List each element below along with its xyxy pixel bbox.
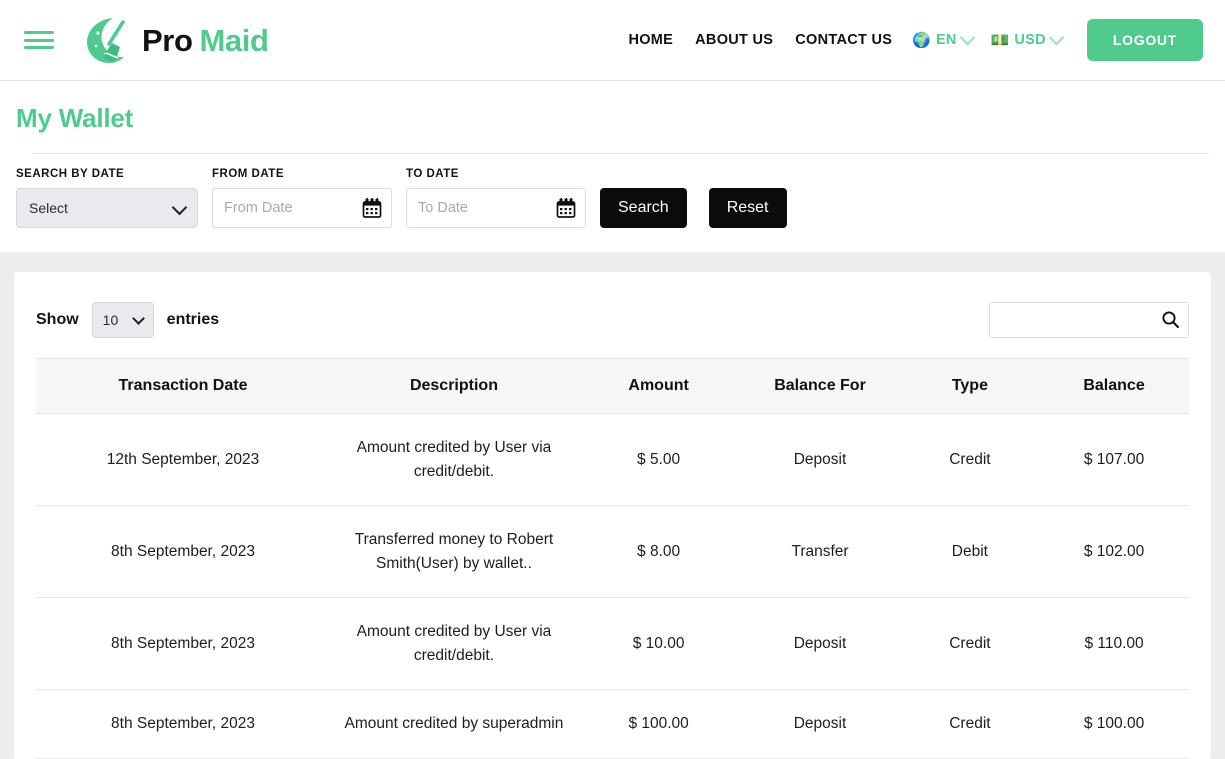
search-by-date-select-wrap: Select <box>16 188 198 228</box>
cell-transaction-date: 8th September, 2023 <box>36 506 330 598</box>
cell-amount: $ 10.00 <box>578 598 739 690</box>
chevron-down-icon <box>959 29 975 45</box>
cell-transaction-date: 8th September, 2023 <box>36 598 330 690</box>
table-search-wrap <box>989 302 1189 338</box>
to-date-input[interactable] <box>406 188 586 228</box>
cell-balance: $ 110.00 <box>1039 598 1189 690</box>
currency-selector[interactable]: 💵 USD <box>982 26 1071 54</box>
to-date-wrap <box>406 188 586 228</box>
cell-transaction-date: 12th September, 2023 <box>36 414 330 506</box>
brand-name: ProMaid <box>142 25 269 56</box>
table-controls: Show 10 entries <box>36 294 1189 358</box>
content-area: Show 10 entries Transaction Da <box>0 252 1225 759</box>
table-row: 8th September, 2023 Amount credited by U… <box>36 598 1189 690</box>
column-header-description[interactable]: Description <box>330 359 578 414</box>
filter-bar: SEARCH BY DATE Select FROM DATE TO <box>0 154 1225 252</box>
wallet-card: Show 10 entries Transaction Da <box>14 272 1211 759</box>
cell-balance-for: Deposit <box>739 690 900 759</box>
cell-balance: $ 107.00 <box>1039 414 1189 506</box>
page-length-select[interactable]: 10 <box>92 302 154 338</box>
table-row: 12th September, 2023 Amount credited by … <box>36 414 1189 506</box>
cell-amount: $ 5.00 <box>578 414 739 506</box>
cell-amount: $ 8.00 <box>578 506 739 598</box>
cell-balance: $ 102.00 <box>1039 506 1189 598</box>
language-selector[interactable]: 🌍 EN <box>903 26 981 54</box>
money-icon: 💵 <box>991 33 1010 48</box>
wallet-transactions-table: Transaction Date Description Amount Bala… <box>36 358 1189 759</box>
table-row: 8th September, 2023 Transferred money to… <box>36 506 1189 598</box>
search-button[interactable]: Search <box>600 188 687 228</box>
main-navigation: HOME ABOUT US CONTACT US 🌍 EN 💵 USD LOGO… <box>617 19 1203 61</box>
cell-description: Amount credited by superadmin <box>330 690 578 759</box>
cell-type: Credit <box>901 690 1039 759</box>
site-header: ProMaid HOME ABOUT US CONTACT US 🌍 EN 💵 … <box>0 0 1225 81</box>
table-header: Transaction Date Description Amount Bala… <box>36 359 1189 414</box>
cell-type: Credit <box>901 598 1039 690</box>
show-label: Show <box>36 311 79 329</box>
cell-type: Credit <box>901 414 1039 506</box>
broom-sparkle-logo <box>82 13 136 67</box>
to-date-field: TO DATE <box>406 168 586 228</box>
search-by-date-label: SEARCH BY DATE <box>16 168 198 180</box>
cell-type: Debit <box>901 506 1039 598</box>
search-by-date-select[interactable]: Select <box>16 188 198 228</box>
cell-description: Amount credited by User via credit/debit… <box>330 598 578 690</box>
from-date-field: FROM DATE <box>212 168 392 228</box>
cell-balance-for: Transfer <box>739 506 900 598</box>
cell-amount: $ 100.00 <box>578 690 739 759</box>
table-row: 8th September, 2023 Amount credited by s… <box>36 690 1189 759</box>
hamburger-icon[interactable] <box>24 28 54 52</box>
currency-code: USD <box>1014 32 1046 48</box>
search-by-date-field: SEARCH BY DATE Select <box>16 168 198 228</box>
brand-logo-link[interactable]: ProMaid <box>82 13 269 67</box>
to-date-label: TO DATE <box>406 168 586 180</box>
globe-icon: 🌍 <box>912 33 931 48</box>
chevron-down-icon <box>1049 29 1065 45</box>
from-date-input[interactable] <box>212 188 392 228</box>
cell-balance: $ 100.00 <box>1039 690 1189 759</box>
cell-description: Transferred money to Robert Smith(User) … <box>330 506 578 598</box>
language-code: EN <box>936 32 957 48</box>
nav-item-home[interactable]: HOME <box>617 26 684 54</box>
reset-button[interactable]: Reset <box>709 188 787 228</box>
page-length-wrap: 10 <box>92 302 154 338</box>
column-header-transaction-date[interactable]: Transaction Date <box>36 359 330 414</box>
page-title: My Wallet <box>16 103 1225 134</box>
brand-word-pro: Pro <box>142 23 192 58</box>
logout-button[interactable]: LOGOUT <box>1087 19 1203 61</box>
nav-item-contact-us[interactable]: CONTACT US <box>784 26 903 54</box>
cell-balance-for: Deposit <box>739 598 900 690</box>
page-title-bar: My Wallet <box>0 81 1225 154</box>
from-date-label: FROM DATE <box>212 168 392 180</box>
table-search-input[interactable] <box>989 302 1189 338</box>
table-header-row: Transaction Date Description Amount Bala… <box>36 359 1189 414</box>
brand-word-maid: Maid <box>199 23 268 58</box>
column-header-balance-for[interactable]: Balance For <box>739 359 900 414</box>
column-header-type[interactable]: Type <box>901 359 1039 414</box>
nav-item-about-us[interactable]: ABOUT US <box>684 26 784 54</box>
cell-transaction-date: 8th September, 2023 <box>36 690 330 759</box>
column-header-amount[interactable]: Amount <box>578 359 739 414</box>
from-date-wrap <box>212 188 392 228</box>
column-header-balance[interactable]: Balance <box>1039 359 1189 414</box>
table-body: 12th September, 2023 Amount credited by … <box>36 414 1189 759</box>
entries-label: entries <box>167 311 219 329</box>
cell-balance-for: Deposit <box>739 414 900 506</box>
cell-description: Amount credited by User via credit/debit… <box>330 414 578 506</box>
